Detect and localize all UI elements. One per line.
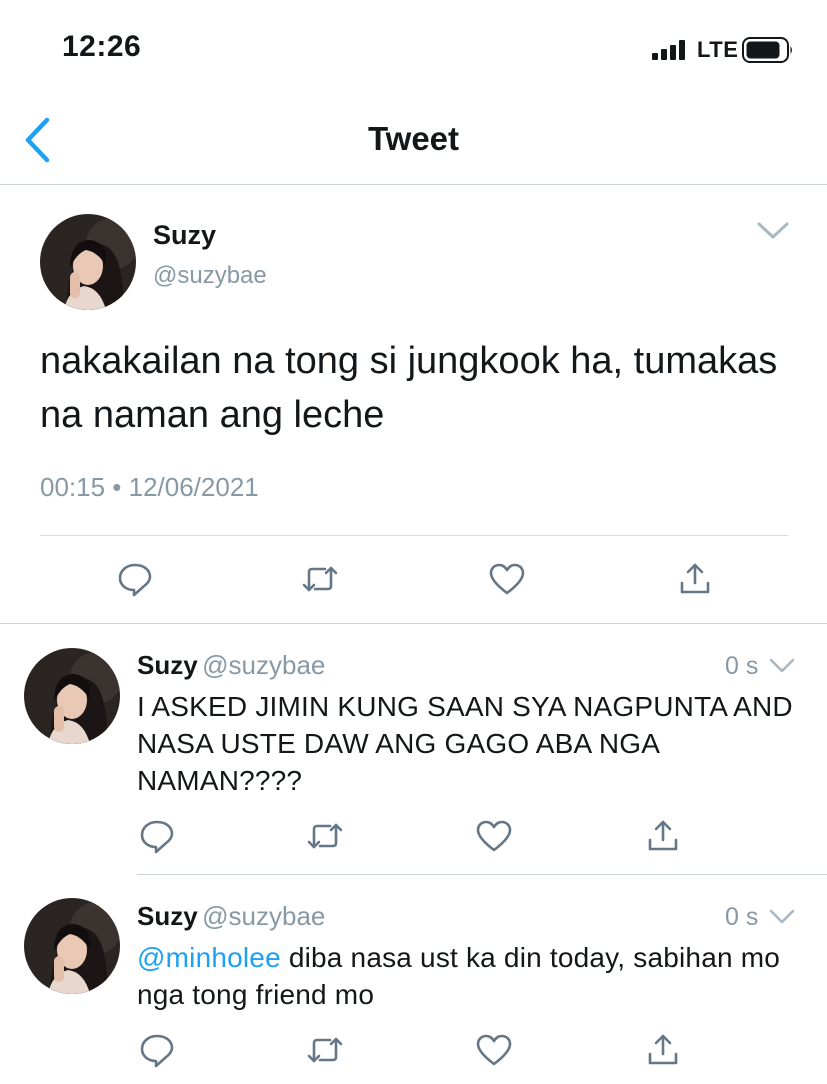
mention-link[interactable]: @minholee bbox=[137, 942, 281, 973]
avatar[interactable] bbox=[40, 214, 136, 310]
reply-header: Suzy @suzybae bbox=[137, 901, 325, 932]
share-icon[interactable] bbox=[647, 818, 679, 852]
reply-icon[interactable] bbox=[117, 561, 153, 597]
page-title: Tweet bbox=[367, 120, 460, 157]
author-name[interactable]: Suzy bbox=[137, 650, 198, 680]
reply-divider bbox=[137, 874, 827, 875]
reply-text: @minholee diba nasa ust ka din today, sa… bbox=[137, 939, 797, 1013]
signal-icon bbox=[652, 40, 685, 60]
share-icon[interactable] bbox=[679, 561, 711, 595]
author-handle[interactable]: @suzybae bbox=[153, 262, 267, 290]
author-name[interactable]: Suzy bbox=[137, 901, 198, 931]
like-icon[interactable] bbox=[489, 563, 525, 595]
nav-divider bbox=[0, 184, 827, 185]
reply-time: 0 s bbox=[725, 652, 759, 680]
section-divider bbox=[0, 623, 827, 624]
status-time: 12:26 bbox=[62, 30, 142, 63]
chevron-down-icon[interactable] bbox=[768, 908, 796, 926]
reply-time: 0 s bbox=[725, 903, 759, 931]
tweet-timestamp[interactable]: 00:15 • 12/06/2021 bbox=[40, 472, 259, 503]
reply-header: Suzy @suzybae bbox=[137, 650, 325, 681]
avatar[interactable] bbox=[24, 898, 120, 994]
battery-icon bbox=[742, 37, 792, 63]
reply-icon[interactable] bbox=[139, 1032, 175, 1068]
author-name[interactable]: Suzy bbox=[153, 220, 216, 251]
like-icon[interactable] bbox=[476, 820, 512, 852]
chevron-down-icon[interactable] bbox=[756, 220, 790, 242]
network-label: LTE bbox=[697, 37, 739, 62]
retweet-icon[interactable] bbox=[301, 564, 339, 594]
tweet-text: nakakailan na tong si jungkook ha, tumak… bbox=[40, 340, 778, 436]
like-icon[interactable] bbox=[476, 1034, 512, 1066]
chevron-down-icon[interactable] bbox=[768, 657, 796, 675]
meta-divider bbox=[40, 535, 788, 536]
author-handle[interactable]: @suzybae bbox=[202, 650, 325, 680]
retweet-icon[interactable] bbox=[306, 821, 344, 851]
reply-icon[interactable] bbox=[139, 818, 175, 854]
share-icon[interactable] bbox=[647, 1032, 679, 1066]
retweet-icon[interactable] bbox=[306, 1035, 344, 1065]
reply-text: I ASKED JIMIN KUNG SAAN SYA NAGPUNTA AND… bbox=[137, 691, 793, 796]
avatar[interactable] bbox=[24, 648, 120, 744]
author-handle[interactable]: @suzybae bbox=[202, 901, 325, 931]
